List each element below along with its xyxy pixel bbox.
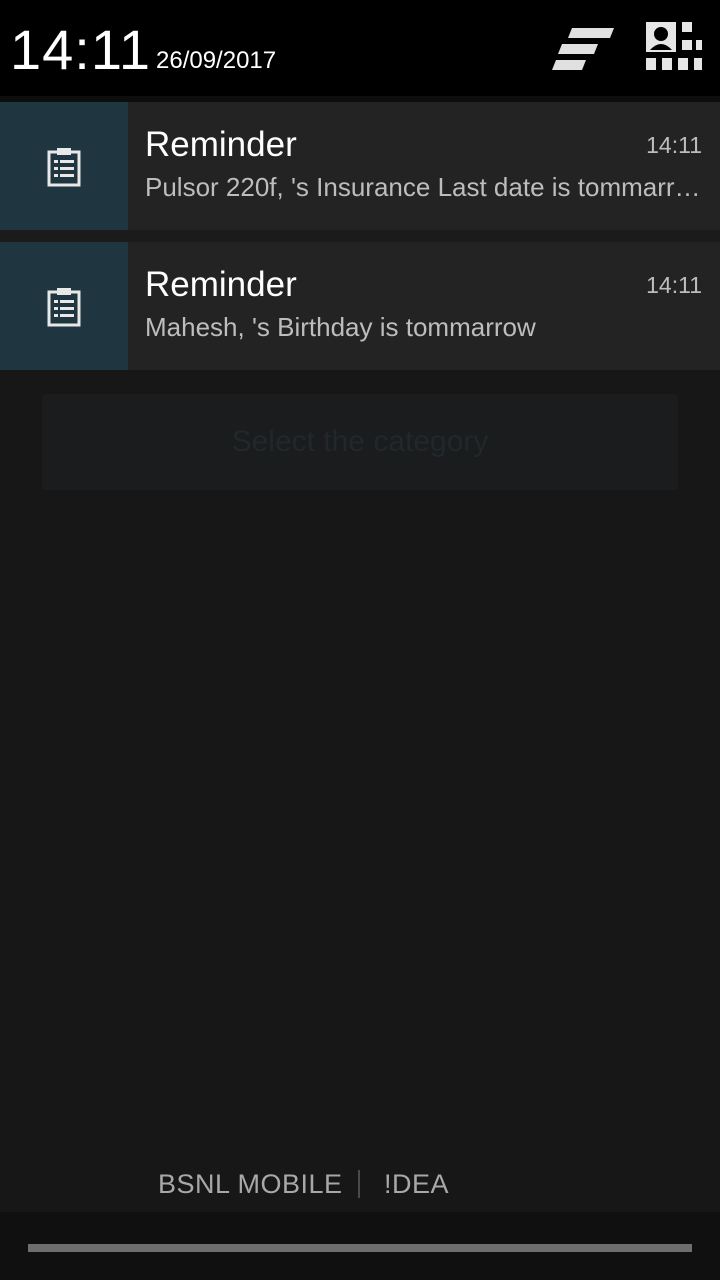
carrier-label-sim1: BSNL MOBILE: [158, 1169, 343, 1199]
notification-text: Pulsor 220f, 's Insurance Last date is t…: [145, 172, 701, 202]
notification-shade: Select the category 14:11 26/09/2017 Rem…: [0, 0, 720, 1280]
clock: 14:11: [10, 18, 151, 81]
notification-time: 14:11: [646, 132, 702, 158]
quick-settings-icon: [646, 22, 702, 70]
notification-title: Reminder: [145, 125, 297, 164]
notification-time: 14:11: [646, 272, 702, 298]
date: 26/09/2017: [156, 47, 277, 74]
clipboard-icon: [47, 148, 81, 187]
notification-title: Reminder: [145, 265, 297, 304]
category-selector-label: Select the category: [231, 425, 489, 458]
quick-settings-button[interactable]: [644, 20, 702, 76]
shade-header: 14:11 26/09/2017: [0, 0, 720, 96]
notification-item[interactable]: Reminder 14:11 Pulsor 220f, 's Insurance…: [0, 102, 720, 230]
clear-all-button[interactable]: [548, 24, 618, 76]
carrier-label-sim2: !DEA: [384, 1169, 450, 1199]
category-selector: Select the category: [42, 394, 678, 490]
notification-item[interactable]: Reminder 14:11 Mahesh, 's Birthday is to…: [0, 242, 720, 370]
clipboard-icon: [47, 288, 81, 327]
notification-icon-panel: [0, 102, 128, 230]
notification-text: Mahesh, 's Birthday is tommarrow: [145, 312, 536, 342]
notification-divider: [0, 230, 720, 242]
carrier-separator: [358, 1170, 360, 1198]
clear-all-icon: [552, 28, 614, 70]
shade-drag-handle[interactable]: [28, 1244, 692, 1252]
notification-icon-panel: [0, 242, 128, 370]
